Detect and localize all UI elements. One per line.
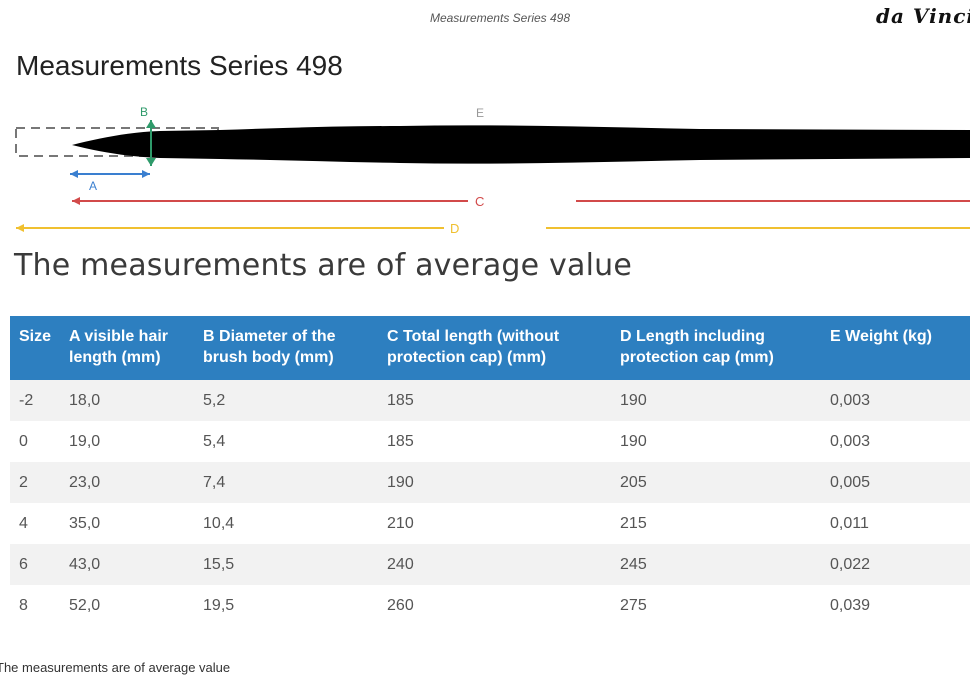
c-label: C (475, 194, 484, 209)
column-header-size: Size (10, 316, 61, 380)
brush-silhouette (72, 125, 970, 164)
table-cell: 0,039 (821, 585, 970, 626)
table-row: -2 18,0 5,2 185 190 0,003 (10, 380, 970, 421)
table-cell: 23,0 (60, 462, 195, 503)
table-cell: 19,0 (60, 421, 195, 462)
column-header-b: B Diameter of the brush body (mm) (194, 316, 379, 380)
table-cell: 240 (378, 544, 612, 585)
table-cell: 185 (378, 421, 612, 462)
footnote: The measurements are of average value (0, 660, 231, 675)
table-cell: 0,022 (821, 544, 970, 585)
b-label: B (140, 105, 148, 119)
table-cell: 52,0 (60, 585, 195, 626)
e-label: E (476, 106, 484, 120)
table-cell: 0,011 (821, 503, 970, 544)
table-cell: 15,5 (194, 544, 379, 585)
column-header-c: C Total length (without protection cap) … (378, 316, 612, 380)
table-cell: 0,003 (821, 421, 970, 462)
a-label: A (89, 179, 97, 193)
measurements-table: Size A visible hair length (mm) B Diamet… (10, 316, 970, 626)
table-cell: 7,4 (194, 462, 379, 503)
table-row: 2 23,0 7,4 190 205 0,005 (10, 462, 970, 503)
d-length-arrow: D (16, 221, 970, 236)
table-cell: 4 (10, 503, 61, 544)
table-cell: 0,005 (821, 462, 970, 503)
a-length-arrow: A (70, 170, 150, 193)
table-cell: 0,003 (821, 380, 970, 421)
table-cell: 205 (611, 462, 822, 503)
table-cell: 8 (10, 585, 61, 626)
table-header-row: Size A visible hair length (mm) B Diamet… (10, 316, 970, 380)
table-cell: 190 (378, 462, 612, 503)
column-header-d: D Length including protection cap (mm) (611, 316, 822, 380)
table-cell: 275 (611, 585, 822, 626)
c-length-arrow: C (72, 194, 970, 209)
table-cell: 190 (611, 380, 822, 421)
table-row: 4 35,0 10,4 210 215 0,011 (10, 503, 970, 544)
brush-measurement-diagram: B E A C D (15, 105, 970, 236)
table-cell: 5,4 (194, 421, 379, 462)
table-cell: 18,0 (60, 380, 195, 421)
table-cell: 2 (10, 462, 61, 503)
table-row: 6 43,0 15,5 240 245 0,022 (10, 544, 970, 585)
table-cell: 210 (378, 503, 612, 544)
page-title: Measurements Series 498 (16, 50, 343, 81)
table-cell: 260 (378, 585, 612, 626)
table-cell: 43,0 (60, 544, 195, 585)
table-cell: 185 (378, 380, 612, 421)
header-caption: Measurements Series 498 (429, 11, 571, 25)
table-cell: 6 (10, 544, 61, 585)
column-header-a: A visible hair length (mm) (60, 316, 195, 380)
column-header-e: E Weight (kg) (821, 316, 970, 380)
d-label: D (450, 221, 459, 236)
table-row: 0 19,0 5,4 185 190 0,003 (10, 421, 970, 462)
table-cell: 35,0 (60, 503, 195, 544)
table-cell: 190 (611, 421, 822, 462)
table-cell: 245 (611, 544, 822, 585)
measurements-subtitle: The measurements are of average value (14, 248, 632, 283)
table-cell: 10,4 (194, 503, 379, 544)
table-cell: 215 (611, 503, 822, 544)
table-cell: 0 (10, 421, 61, 462)
table-cell: -2 (10, 380, 61, 421)
brand-logo: da Vinci (876, 4, 970, 28)
table-cell: 19,5 (194, 585, 379, 626)
table-cell: 5,2 (194, 380, 379, 421)
table-row: 8 52,0 19,5 260 275 0,039 (10, 585, 970, 626)
